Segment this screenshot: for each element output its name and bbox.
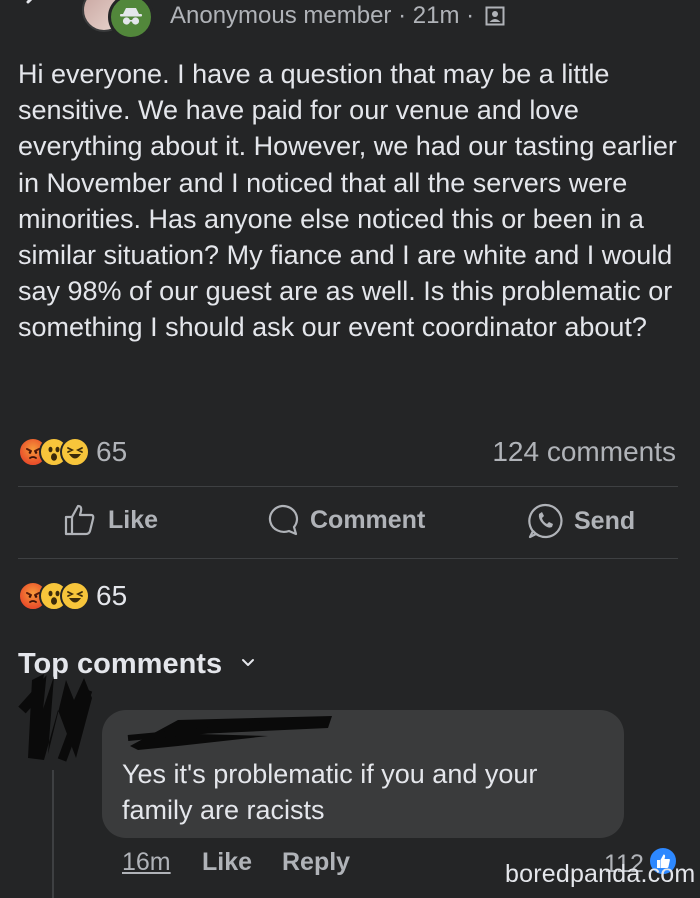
reaction-summary-detail[interactable]: 65: [18, 580, 127, 612]
thread-line: [52, 770, 54, 898]
comment-text: Yes it's problematic if you and your fam…: [122, 759, 538, 825]
comment-button-label: Comment: [310, 505, 426, 534]
divider: [18, 558, 678, 559]
post-header: Anonymous member · 21m ·: [170, 2, 505, 30]
haha-reaction-icon: [60, 581, 90, 611]
anonymous-avatar-icon: [108, 0, 154, 40]
send-button[interactable]: Send: [526, 502, 635, 540]
commenter-name-redacted: [127, 716, 332, 750]
post-action-bar: Like Comment Send: [0, 502, 700, 546]
reaction-count: 65: [96, 436, 128, 467]
like-button-label: Like: [108, 505, 159, 534]
comment-reply-button[interactable]: Reply: [282, 848, 350, 877]
send-button-label: Send: [574, 506, 636, 535]
separator: ·: [466, 2, 475, 29]
haha-reaction-icon: [60, 437, 90, 467]
commenter-avatar-redacted[interactable]: [14, 670, 98, 762]
divider: [18, 486, 678, 487]
separator: ·: [398, 2, 407, 29]
thumbs-up-icon: [64, 504, 95, 536]
comment-icon: [268, 504, 299, 536]
comment-time[interactable]: 16m: [122, 848, 171, 877]
chevron-down-icon: [242, 659, 255, 666]
comments-count[interactable]: 124 comments: [492, 436, 676, 468]
like-button[interactable]: Like: [62, 502, 158, 538]
back-arrow-icon[interactable]: [18, 0, 44, 16]
author-name[interactable]: Anonymous member: [170, 2, 391, 29]
reaction-summary[interactable]: 65: [18, 436, 127, 468]
post-time[interactable]: 21m: [413, 2, 460, 29]
watermark: boredpanda.com: [505, 860, 696, 888]
comment-button[interactable]: Comment: [264, 502, 425, 538]
reaction-count: 65: [96, 580, 128, 611]
whatsapp-send-icon: [528, 503, 563, 539]
post-body: Hi everyone. I have a question that may …: [18, 59, 677, 343]
comment-like-button[interactable]: Like: [202, 848, 252, 877]
group-privacy-icon: [485, 6, 505, 26]
